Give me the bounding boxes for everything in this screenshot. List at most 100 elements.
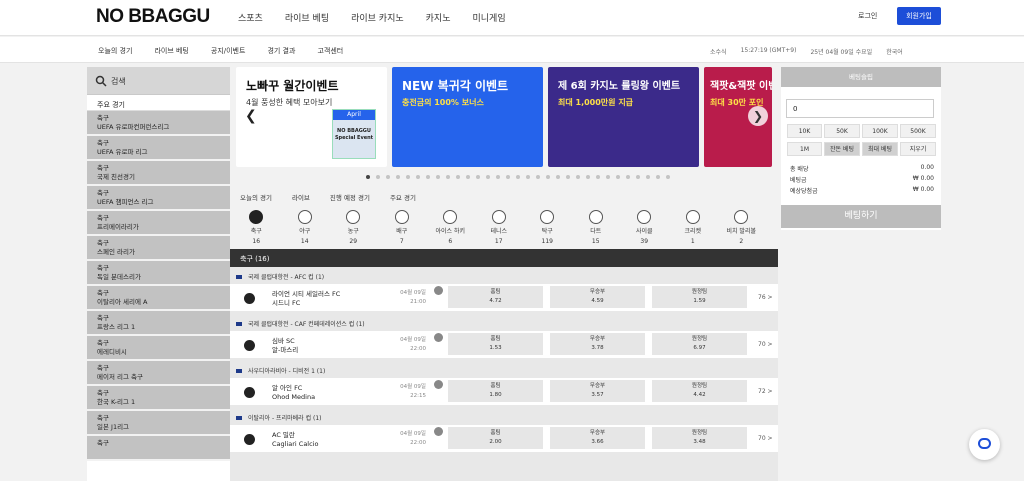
- carousel-dot[interactable]: [436, 175, 440, 179]
- carousel-prev-icon[interactable]: ❮: [245, 108, 257, 124]
- nav-sports[interactable]: 스포츠: [238, 11, 263, 24]
- league-header[interactable]: 이탈리아 - 프리마베라 컵 (1): [230, 408, 778, 425]
- odds-home-button[interactable]: 홈팀 1.80: [448, 380, 543, 402]
- odds-away-button[interactable]: 원정팀 6.97: [652, 333, 747, 355]
- sidebar-item[interactable]: 축구 UEFA 챔피언스 리그: [87, 186, 230, 211]
- more-markets-link[interactable]: 70 >: [758, 341, 773, 348]
- sport-filter-item[interactable]: 크리켓 1: [669, 208, 718, 248]
- carousel-dot[interactable]: [486, 175, 490, 179]
- odds-away-button[interactable]: 원정팀 1.59: [652, 286, 747, 308]
- carousel-dot[interactable]: [496, 175, 500, 179]
- sidebar-item[interactable]: 축구 일본 J1리그: [87, 411, 230, 436]
- tab-featured[interactable]: 주요 경기: [390, 192, 416, 202]
- nav-live-casino[interactable]: 라이브 카지노: [351, 11, 404, 24]
- league-header[interactable]: 국제 클럽대항전 - CAF 컨페데레이션스 컵 (1): [230, 314, 778, 331]
- chip-100k[interactable]: 100K: [862, 124, 898, 138]
- sidebar-item[interactable]: 축구 이탈리아 세리에 A: [87, 286, 230, 311]
- carousel-dot[interactable]: [466, 175, 470, 179]
- carousel-dot[interactable]: [416, 175, 420, 179]
- site-logo[interactable]: NO BBAGGU: [96, 6, 210, 28]
- odds-away-button[interactable]: 원정팀 4.42: [652, 380, 747, 402]
- carousel-dot[interactable]: [616, 175, 620, 179]
- carousel-dot[interactable]: [646, 175, 650, 179]
- tab-upcoming[interactable]: 진행 예정 경기: [330, 192, 370, 202]
- odds-draw-button[interactable]: 무승부 3.66: [550, 427, 645, 449]
- subnav-support[interactable]: 고객센터: [317, 46, 343, 56]
- sport-filter-item[interactable]: 축구 16: [232, 208, 281, 248]
- sidebar-item[interactable]: 축구 프리메이라리가: [87, 211, 230, 236]
- subnav-today[interactable]: 오늘의 경기: [98, 46, 132, 56]
- carousel-dot[interactable]: [376, 175, 380, 179]
- odds-draw-button[interactable]: 무승부 3.78: [550, 333, 645, 355]
- carousel-dot[interactable]: [396, 175, 400, 179]
- bet-amount-input[interactable]: 0: [786, 99, 934, 118]
- carousel-dot[interactable]: [586, 175, 590, 179]
- chip-50k[interactable]: 50K: [824, 124, 860, 138]
- sport-filter-item[interactable]: 비치 발리볼 2: [717, 208, 766, 248]
- sidebar-item[interactable]: 축구 스페인 라리가: [87, 236, 230, 261]
- stats-icon[interactable]: [434, 286, 443, 295]
- tab-today[interactable]: 오늘의 경기: [240, 192, 272, 202]
- carousel-dot[interactable]: [386, 175, 390, 179]
- odds-home-button[interactable]: 홈팀 2.00: [448, 427, 543, 449]
- carousel-dot[interactable]: [576, 175, 580, 179]
- sidebar-item[interactable]: 축구 UEFA 유로파컨퍼런스리그: [87, 111, 230, 136]
- nav-live-betting[interactable]: 라이브 베팅: [285, 11, 329, 24]
- stats-icon[interactable]: [434, 427, 443, 436]
- language-select[interactable]: 한국어: [886, 47, 903, 56]
- banner-return-event[interactable]: NEW 복귀각 이벤트 충전금의 100% 보너스: [392, 67, 543, 167]
- sport-filter-item[interactable]: 아이스 하키 6: [426, 208, 475, 248]
- carousel-dot[interactable]: [476, 175, 480, 179]
- sidebar-item[interactable]: 축구 UEFA 유로파 리그: [87, 136, 230, 161]
- sidebar-item[interactable]: 축구 독일 분데스리가: [87, 261, 230, 286]
- sport-filter-item[interactable]: 탁구 119: [523, 208, 572, 248]
- carousel-next-icon[interactable]: ❯: [748, 106, 768, 126]
- sidebar-item[interactable]: 축구 메이저 리그 축구: [87, 361, 230, 386]
- sidebar-search[interactable]: 검색: [87, 67, 230, 95]
- subnav-notice[interactable]: 공지/이벤트: [211, 46, 246, 56]
- join-button[interactable]: 회원가입: [897, 7, 941, 25]
- carousel-dot[interactable]: [656, 175, 660, 179]
- chip-1m[interactable]: 1M: [787, 142, 822, 156]
- more-markets-link[interactable]: 76 >: [758, 294, 773, 301]
- carousel-dots[interactable]: [366, 175, 670, 179]
- carousel-dot[interactable]: [446, 175, 450, 179]
- carousel-dot[interactable]: [606, 175, 610, 179]
- odds-draw-button[interactable]: 무승부 3.57: [550, 380, 645, 402]
- carousel-dot[interactable]: [626, 175, 630, 179]
- tab-live[interactable]: 라이브: [292, 192, 310, 202]
- nav-casino[interactable]: 카지노: [426, 11, 451, 24]
- nav-minigame[interactable]: 미니게임: [473, 11, 506, 24]
- carousel-dot[interactable]: [426, 175, 430, 179]
- odds-away-button[interactable]: 원정팀 3.48: [652, 427, 747, 449]
- banner-monthly-event[interactable]: 노빠꾸 월간이벤트 4월 풍성한 혜택 모아보기 April NO BBAGGU…: [236, 67, 387, 167]
- chat-button[interactable]: [969, 429, 1000, 460]
- login-button[interactable]: 로그인: [858, 11, 877, 21]
- sport-filter-item[interactable]: 야구 14: [281, 208, 330, 248]
- change-bet-button[interactable]: 잔돈 베팅: [824, 142, 860, 156]
- carousel-dot[interactable]: [366, 175, 370, 179]
- sidebar-item[interactable]: 축구: [87, 436, 230, 461]
- subnav-live[interactable]: 라이브 베팅: [154, 46, 188, 56]
- carousel-dot[interactable]: [666, 175, 670, 179]
- odds-home-button[interactable]: 홈팀 4.72: [448, 286, 543, 308]
- sport-filter-item[interactable]: 배구 7: [378, 208, 427, 248]
- more-markets-link[interactable]: 72 >: [758, 388, 773, 395]
- max-bet-button[interactable]: 최대 베팅: [862, 142, 898, 156]
- odds-home-button[interactable]: 홈팀 1.53: [448, 333, 543, 355]
- subnav-results[interactable]: 경기 결과: [267, 46, 295, 56]
- clear-button[interactable]: 지우기: [900, 142, 936, 156]
- carousel-dot[interactable]: [566, 175, 570, 179]
- more-markets-link[interactable]: 70 >: [758, 435, 773, 442]
- league-header[interactable]: 사우디아라비아 - 디비전 1 (1): [230, 361, 778, 378]
- stats-icon[interactable]: [434, 380, 443, 389]
- stats-icon[interactable]: [434, 333, 443, 342]
- carousel-dot[interactable]: [526, 175, 530, 179]
- banner-casino-event[interactable]: 제 6회 카지노 룰링왕 이벤트 최대 1,000만원 지급: [548, 67, 699, 167]
- sidebar-item[interactable]: 축구 프랑스 리그 1: [87, 311, 230, 336]
- carousel-dot[interactable]: [556, 175, 560, 179]
- league-header[interactable]: 국제 클럽대항전 - AFC 컵 (1): [230, 267, 778, 284]
- carousel-dot[interactable]: [636, 175, 640, 179]
- sidebar-item[interactable]: 축구 한국 K-리그 1: [87, 386, 230, 411]
- odds-draw-button[interactable]: 무승부 4.59: [550, 286, 645, 308]
